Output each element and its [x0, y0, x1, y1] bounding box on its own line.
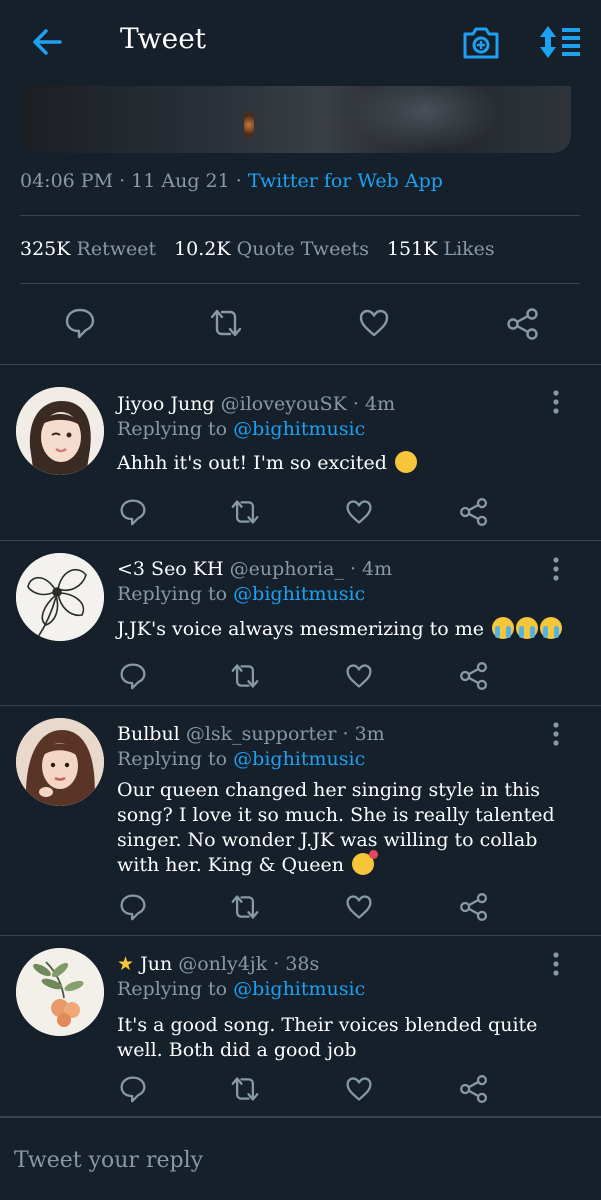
tweet-source-link[interactable]: Twitter for Web App	[248, 170, 443, 192]
page-title: Tweet	[120, 22, 207, 55]
avatar[interactable]	[16, 387, 104, 475]
display-name[interactable]: Jun	[140, 953, 172, 975]
reply-icon[interactable]	[119, 1075, 147, 1103]
avatar[interactable]	[16, 948, 104, 1036]
avatar-image	[16, 387, 104, 475]
retweet-icon[interactable]	[229, 662, 261, 690]
like-icon[interactable]	[358, 307, 390, 339]
replying-to: Replying to @bighitmusic	[117, 418, 366, 440]
more-options-icon[interactable]	[548, 721, 564, 747]
retweet-icon[interactable]	[229, 1075, 261, 1103]
reply-header: ★ Jun @only4jk · 38s	[117, 953, 320, 975]
share-icon[interactable]	[459, 1074, 489, 1104]
tweet-time: 04:06 PM	[20, 170, 114, 192]
reply-icon[interactable]	[64, 307, 96, 339]
reply-icon[interactable]	[119, 893, 147, 921]
reply-item[interactable]: Bulbul @lsk_supporter · 3m Replying to @…	[0, 706, 601, 935]
user-handle[interactable]: @lsk_supporter	[186, 723, 337, 745]
reply-text: J.JK's voice always mesmerizing to me	[117, 617, 577, 642]
user-handle[interactable]: @iloveyouSK	[221, 393, 347, 415]
mention-link[interactable]: @bighitmusic	[233, 748, 365, 770]
retweet-icon[interactable]	[229, 498, 261, 526]
reply-item[interactable]: <3 Seo KH @euphoria_ · 4m Replying to @b…	[0, 541, 601, 705]
mention-link[interactable]: @bighitmusic	[233, 418, 365, 440]
reply-item[interactable]: Jiyoo Jung @iloveyouSK · 4m Replying to …	[0, 365, 601, 540]
tweet-action-bar	[0, 305, 601, 345]
reply-header: Jiyoo Jung @iloveyouSK · 4m	[117, 393, 396, 415]
likes-stat[interactable]: 151K Likes	[387, 238, 495, 260]
user-handle[interactable]: @only4jk	[178, 953, 267, 975]
reply-header: <3 Seo KH @euphoria_ · 4m	[117, 558, 393, 580]
reply-header: Bulbul @lsk_supporter · 3m	[117, 723, 385, 745]
crying-face-emoji	[492, 617, 515, 639]
avatar[interactable]	[16, 553, 104, 641]
top-bar: Tweet	[0, 0, 601, 86]
reply-input[interactable]	[14, 1140, 574, 1180]
display-name[interactable]: Jiyoo Jung	[117, 393, 215, 415]
camera-button[interactable]	[462, 24, 500, 60]
tweet-stats: 325K Retweet 10.2K Quote Tweets 151K Likes	[20, 238, 495, 260]
avatar-image	[16, 553, 104, 641]
tweet-timestamp-line: 04:06 PM · 11 Aug 21 · Twitter for Web A…	[20, 170, 443, 192]
reply-item[interactable]: ★ Jun @only4jk · 38s Replying to @bighit…	[0, 936, 601, 1116]
replying-to: Replying to @bighitmusic	[117, 978, 366, 1000]
mention-link[interactable]: @bighitmusic	[233, 583, 365, 605]
crying-face-emoji	[540, 617, 563, 639]
reply-time: 4m	[362, 558, 393, 580]
sort-button[interactable]	[538, 24, 582, 60]
smiling-face-with-hearts-emoji	[352, 850, 379, 875]
reply-composer	[0, 1118, 601, 1200]
retweet-icon[interactable]	[208, 307, 244, 339]
quotes-stat[interactable]: 10.2K Quote Tweets	[174, 238, 369, 260]
reply-icon[interactable]	[119, 498, 147, 526]
like-icon[interactable]	[345, 662, 373, 690]
divider	[20, 283, 580, 284]
reply-text: Ahhh it's out! I'm so excited	[117, 451, 577, 476]
retweet-icon[interactable]	[229, 893, 261, 921]
camera-icon	[463, 27, 499, 59]
reply-time: 38s	[285, 953, 320, 975]
share-icon[interactable]	[459, 892, 489, 922]
crying-face-emoji	[516, 617, 539, 639]
like-icon[interactable]	[345, 1075, 373, 1103]
avatar[interactable]	[16, 718, 104, 806]
more-options-icon[interactable]	[548, 389, 564, 415]
avatar-image	[16, 948, 104, 1036]
reply-icon[interactable]	[119, 662, 147, 690]
reply-time: 4m	[364, 393, 396, 415]
reply-time: 3m	[354, 723, 385, 745]
share-icon[interactable]	[459, 661, 489, 691]
like-icon[interactable]	[345, 498, 373, 526]
display-name[interactable]: <3 Seo KH	[117, 558, 224, 580]
share-icon[interactable]	[459, 497, 489, 527]
reply-text: It's a good song. Their voices blended q…	[117, 1014, 538, 1061]
divider	[20, 215, 580, 216]
retweets-stat[interactable]: 325K Retweet	[20, 238, 156, 260]
replying-to: Replying to @bighitmusic	[117, 583, 366, 605]
display-name[interactable]: Bulbul	[117, 723, 180, 745]
back-button[interactable]	[30, 26, 66, 58]
tweet-date: 11 Aug 21	[131, 170, 230, 192]
avatar-image	[16, 718, 104, 806]
star-icon: ★	[117, 953, 135, 975]
mention-link[interactable]: @bighitmusic	[233, 978, 365, 1000]
replying-to: Replying to @bighitmusic	[117, 748, 366, 770]
more-options-icon[interactable]	[548, 556, 564, 582]
share-icon[interactable]	[506, 307, 540, 341]
squinting-face-emoji	[394, 451, 417, 473]
user-handle[interactable]: @euphoria_	[230, 558, 344, 580]
sort-icon	[540, 26, 580, 58]
arrow-left-icon	[33, 29, 62, 55]
more-options-icon[interactable]	[548, 951, 564, 977]
reply-text: Our queen changed her singing style in t…	[117, 779, 555, 876]
like-icon[interactable]	[345, 893, 373, 921]
